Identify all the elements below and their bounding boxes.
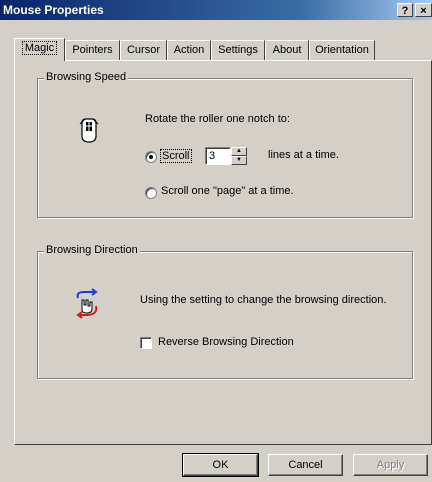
tab-magic-label: Magic — [21, 41, 58, 55]
browsing-direction-group: Browsing Direction Using the setting to … — [37, 244, 413, 379]
cancel-button[interactable]: Cancel — [268, 454, 343, 476]
lines-suffix: lines at a time. — [268, 149, 339, 161]
tab-settings[interactable]: Settings — [211, 40, 265, 60]
tab-about[interactable]: About — [265, 40, 309, 60]
window-title: Mouse Properties — [3, 3, 104, 17]
hand-direction-icon — [76, 288, 98, 319]
ok-button[interactable]: OK — [182, 453, 259, 477]
title-bar: Mouse Properties ? × — [0, 0, 432, 20]
reverse-direction-label[interactable]: Reverse Browsing Direction — [158, 336, 294, 348]
roller-instruction: Rotate the roller one notch to: — [145, 113, 290, 125]
scroll-page-radio[interactable] — [145, 187, 157, 199]
spin-down-button[interactable]: ▼ — [231, 156, 247, 165]
direction-description: Using the setting to change the browsing… — [140, 294, 387, 306]
tab-magic[interactable]: Magic — [14, 38, 65, 61]
close-button[interactable]: × — [415, 3, 432, 17]
mouse-roller-icon — [79, 118, 99, 143]
tab-action[interactable]: Action — [167, 40, 211, 60]
browsing-direction-label: Browsing Direction — [44, 244, 140, 256]
tab-pointers[interactable]: Pointers — [65, 40, 120, 60]
browsing-speed-group: Browsing Speed Rotate the roller one not… — [37, 71, 413, 218]
scroll-lines-label[interactable]: Scroll — [160, 149, 192, 163]
tab-panel-magic: Browsing Speed Rotate the roller one not… — [14, 60, 432, 445]
browsing-speed-label: Browsing Speed — [44, 71, 129, 83]
spin-up-button[interactable]: ▲ — [231, 147, 247, 156]
scroll-lines-input[interactable]: 3 — [205, 147, 231, 165]
help-button[interactable]: ? — [397, 3, 413, 17]
tab-cursor[interactable]: Cursor — [120, 40, 167, 60]
tab-orientation[interactable]: Orientation — [309, 40, 375, 60]
scroll-page-label[interactable]: Scroll one "page" at a time. — [161, 185, 294, 197]
reverse-direction-checkbox[interactable] — [140, 337, 152, 349]
apply-button[interactable]: Apply — [353, 454, 428, 476]
scroll-lines-radio[interactable] — [145, 151, 157, 163]
